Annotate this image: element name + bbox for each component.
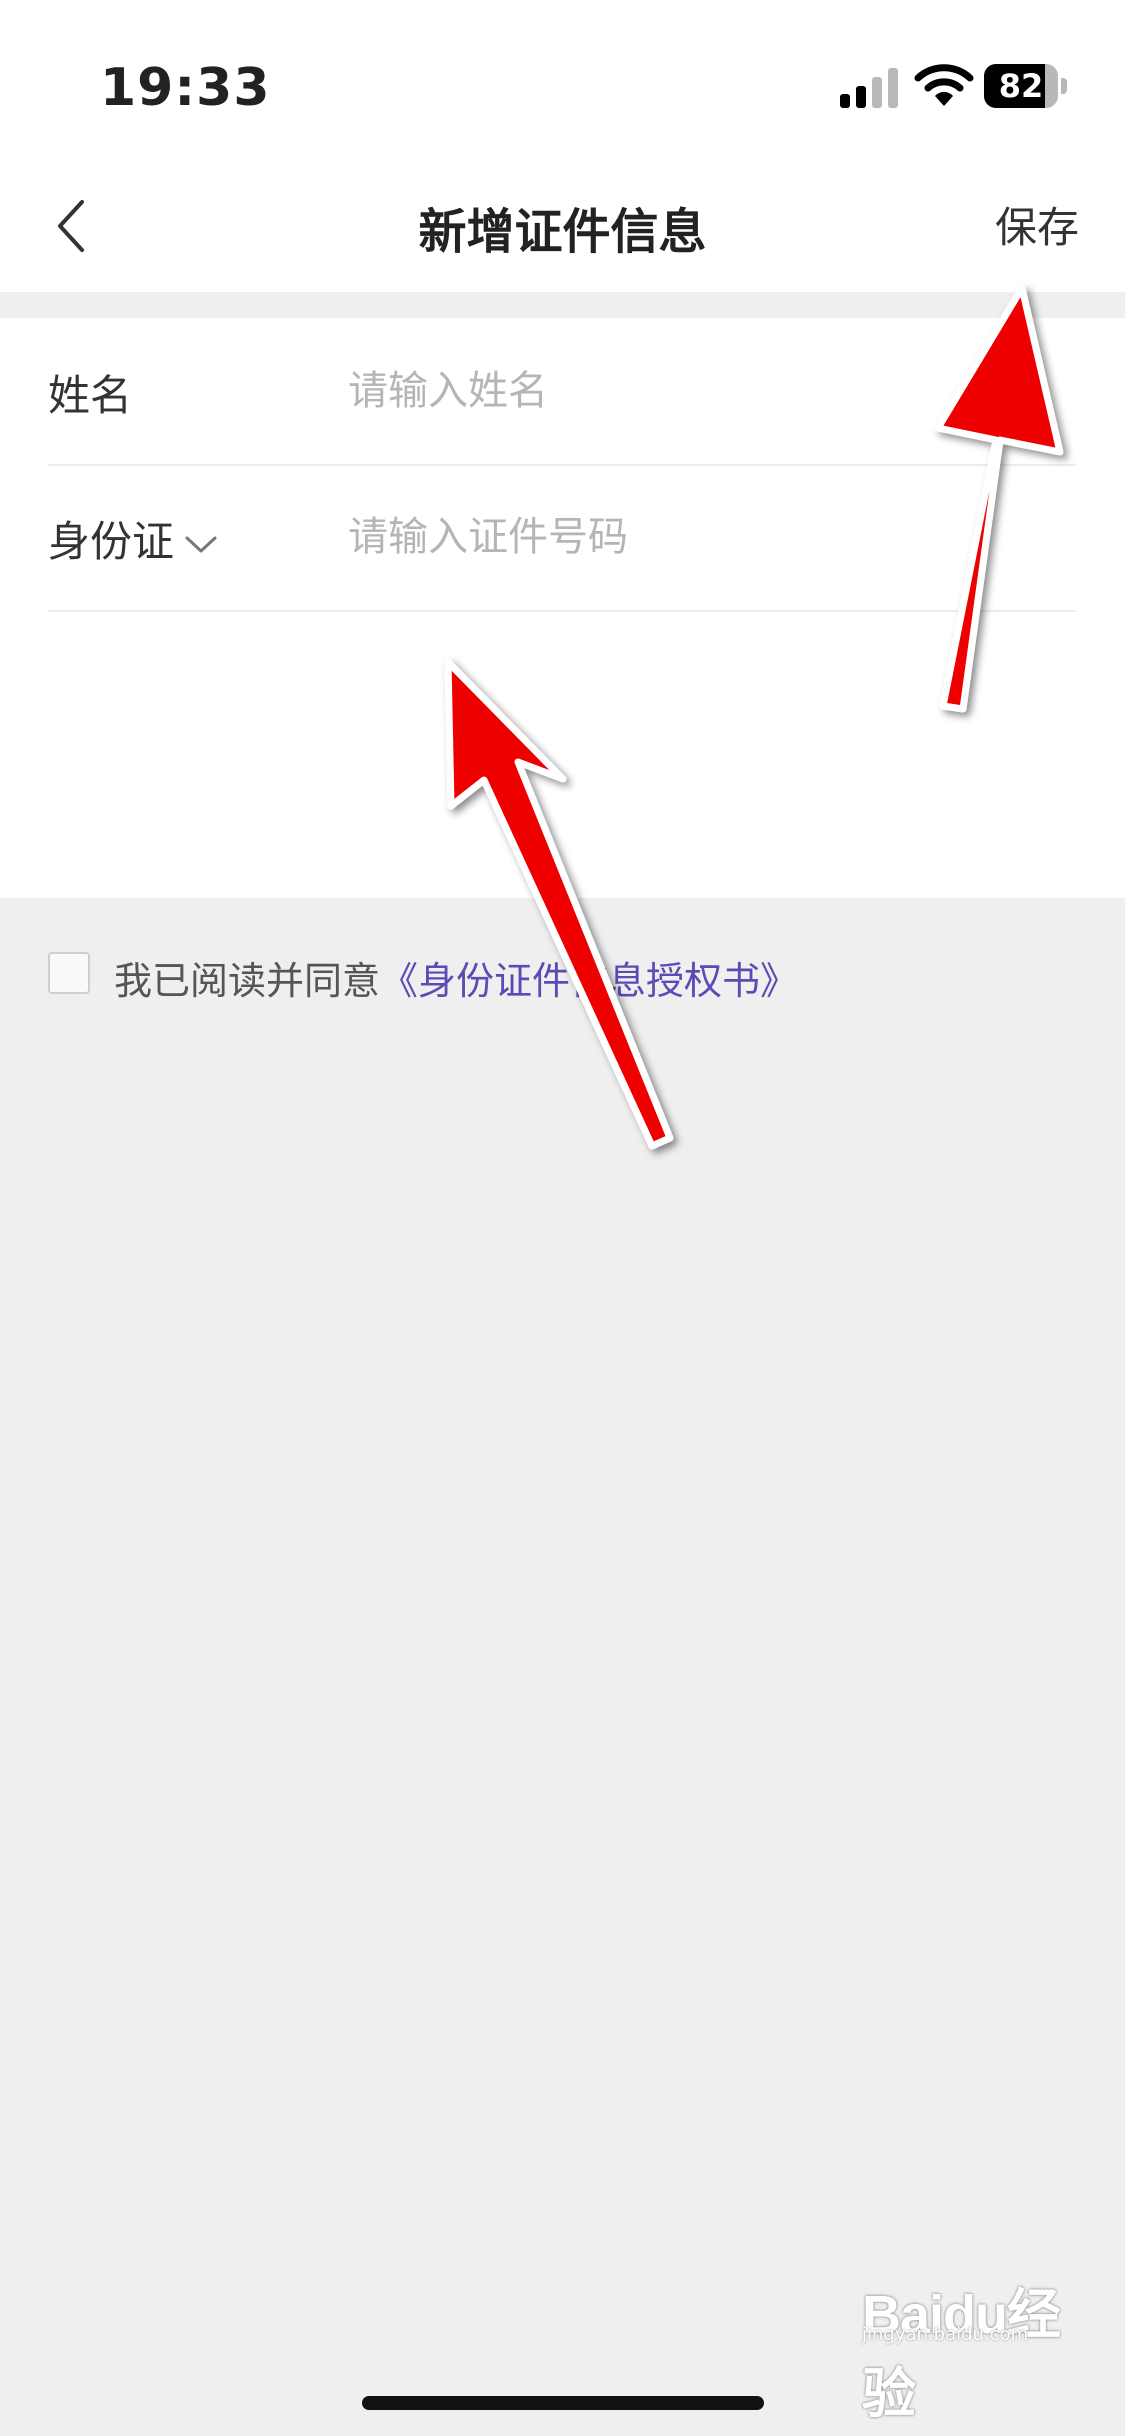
wifi-icon: [914, 64, 974, 106]
home-indicator: [362, 2396, 764, 2410]
watermark-url: jingyan.baidu.com: [862, 2324, 1029, 2345]
baidu-watermark: Baidu经验 jingyan.baidu.com: [862, 2264, 1072, 2424]
page-title: 新增证件信息: [418, 204, 707, 260]
agreement-checkbox[interactable]: [48, 952, 90, 994]
name-row: 姓名: [48, 318, 1076, 466]
id-number-input[interactable]: [348, 494, 1048, 580]
status-bar: 19:33 82: [0, 0, 1125, 160]
nav-bar: 新增证件信息 保存: [0, 160, 1125, 292]
id-type-selector[interactable]: 身份证: [48, 508, 218, 569]
agreement-label: 我已阅读并同意: [114, 959, 381, 1003]
agreement-text: 我已阅读并同意《身份证件信息授权书》: [114, 950, 798, 1005]
battery-level: 82: [998, 67, 1044, 105]
authorization-link[interactable]: 《身份证件信息授权书》: [380, 959, 798, 1003]
name-label: 姓名: [48, 371, 133, 420]
watermark-text: Baidu经验: [862, 2285, 1061, 2424]
name-input[interactable]: [348, 348, 1048, 434]
battery-icon: 82: [984, 64, 1068, 108]
id-number-row: 身份证: [48, 464, 1076, 612]
id-type-label: 身份证: [48, 517, 175, 566]
status-time: 19:33: [100, 58, 271, 118]
save-button[interactable]: 保存: [995, 194, 1079, 255]
id-form: 姓名 身份证: [0, 318, 1125, 898]
cellular-signal-icon: [840, 68, 898, 108]
chevron-down-icon: [185, 536, 217, 552]
